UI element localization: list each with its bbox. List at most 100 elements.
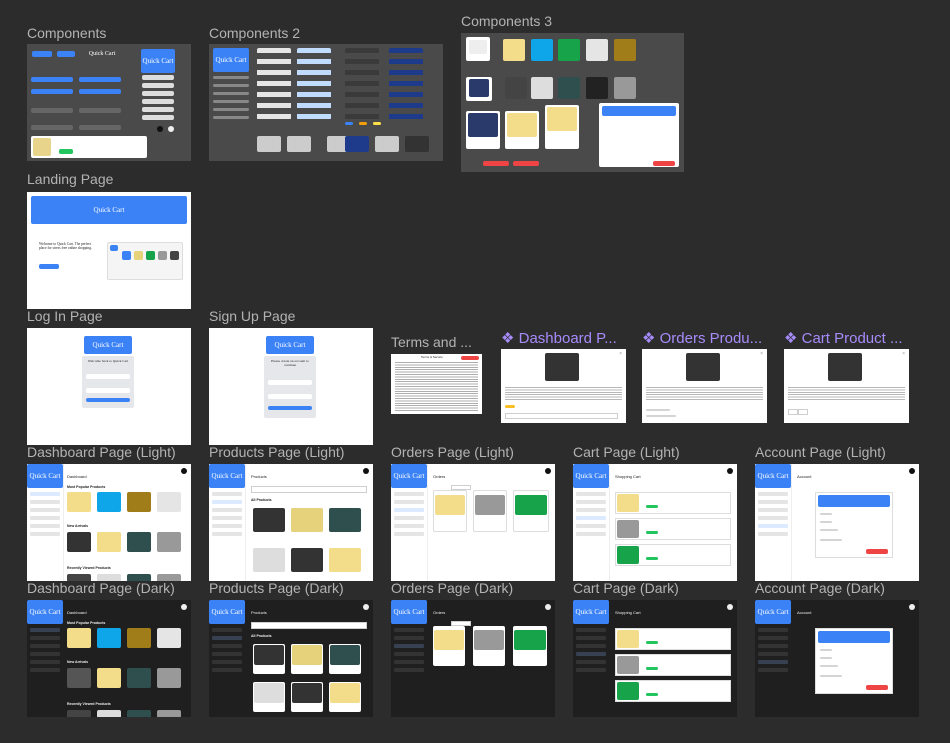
- theme-toggle-icon[interactable]: [181, 468, 187, 474]
- sidebar-item-products[interactable]: [394, 500, 424, 504]
- product-card[interactable]: [291, 682, 323, 712]
- sidebar-item-products[interactable]: [212, 500, 242, 504]
- product-card[interactable]: [67, 492, 91, 512]
- product-card[interactable]: [127, 668, 151, 688]
- sidebar-item-products[interactable]: [30, 500, 60, 504]
- sidebar-item-cart[interactable]: [576, 652, 606, 656]
- product-card[interactable]: [97, 710, 121, 717]
- close-icon[interactable]: ×: [760, 351, 763, 357]
- sidebar-item-products[interactable]: [758, 500, 788, 504]
- frame-label-products-dark[interactable]: Products Page (Dark): [209, 580, 344, 596]
- components-2-frame[interactable]: Quick Cart: [209, 44, 443, 161]
- sidebar-item-cart[interactable]: [576, 516, 606, 520]
- sidebar-item-dashboard[interactable]: [212, 628, 242, 632]
- frame-label-dashboard-dark[interactable]: Dashboard Page (Dark): [27, 580, 175, 596]
- sidebar-item-dashboard[interactable]: [30, 492, 60, 496]
- frame-label-orders-light[interactable]: Orders Page (Light): [391, 444, 514, 460]
- dashboard-dark-frame[interactable]: Quick Cart Dashboard Most Popular Produc…: [27, 600, 191, 717]
- product-card[interactable]: [97, 668, 121, 688]
- sidebar-item-account[interactable]: [394, 524, 424, 528]
- product-card[interactable]: [329, 644, 361, 674]
- sidebar-item-orders[interactable]: [30, 508, 60, 512]
- close-icon[interactable]: ×: [902, 351, 905, 357]
- components-3-frame[interactable]: [461, 33, 684, 172]
- sidebar-item-dashboard[interactable]: [758, 492, 788, 496]
- theme-toggle-icon[interactable]: [909, 604, 915, 610]
- theme-toggle-icon[interactable]: [181, 604, 187, 610]
- sidebar-item-sign-out[interactable]: [212, 668, 242, 672]
- theme-toggle-icon[interactable]: [363, 468, 369, 474]
- components-frame[interactable]: Quick Cart Quick Cart: [27, 44, 191, 161]
- product-card[interactable]: [157, 492, 181, 512]
- frame-label-signup[interactable]: Sign Up Page: [209, 308, 295, 324]
- search-input[interactable]: [251, 486, 367, 493]
- order-card[interactable]: [513, 490, 549, 532]
- account-light-frame[interactable]: Quick Cart Account: [755, 464, 919, 581]
- sidebar-item-products[interactable]: [758, 636, 788, 640]
- product-card[interactable]: [127, 574, 151, 581]
- sidebar-item-orders[interactable]: [758, 508, 788, 512]
- product-card[interactable]: [97, 628, 121, 648]
- sidebar-item-sign-out[interactable]: [30, 532, 60, 536]
- component-label-dashboard-popup[interactable]: ❖ Dashboard P...: [501, 329, 627, 347]
- email-field[interactable]: [268, 380, 312, 385]
- email-field[interactable]: [86, 374, 130, 379]
- sidebar-item-products[interactable]: [30, 636, 60, 640]
- landing-frame[interactable]: Quick Cart Welcome to Quick Cart. The pe…: [27, 192, 191, 309]
- sidebar-item-sign-out[interactable]: [576, 532, 606, 536]
- close-icon[interactable]: ×: [619, 351, 622, 357]
- product-card[interactable]: [291, 508, 323, 532]
- sidebar-item-sign-out[interactable]: [758, 532, 788, 536]
- sidebar-item-account[interactable]: [758, 660, 788, 664]
- component-label-cart-popup[interactable]: ❖ Cart Product ...: [784, 329, 910, 347]
- get-started-button[interactable]: [39, 264, 59, 269]
- order-card[interactable]: [433, 490, 467, 532]
- product-card[interactable]: [253, 644, 285, 674]
- sidebar-item-account[interactable]: [212, 524, 242, 528]
- dashboard-product-popup[interactable]: ×: [501, 349, 626, 423]
- theme-toggle-icon[interactable]: [545, 468, 551, 474]
- sidebar-item-cart[interactable]: [212, 516, 242, 520]
- dashboard-light-frame[interactable]: Quick Cart Dashboard Most Popular Produc…: [27, 464, 191, 581]
- close-button[interactable]: [461, 356, 479, 360]
- cart-item[interactable]: [615, 654, 731, 676]
- theme-toggle-icon[interactable]: [545, 604, 551, 610]
- sidebar-item-account[interactable]: [758, 524, 788, 528]
- order-card[interactable]: [473, 490, 507, 532]
- cart-dark-frame[interactable]: Quick Cart Shopping Cart: [573, 600, 737, 717]
- sidebar-item-cart[interactable]: [30, 516, 60, 520]
- login-button[interactable]: [86, 398, 130, 402]
- sidebar-item-sign-out[interactable]: [576, 668, 606, 672]
- sign-out-button[interactable]: [866, 549, 888, 554]
- product-card[interactable]: [67, 574, 91, 581]
- product-card[interactable]: [97, 574, 121, 581]
- sign-out-button[interactable]: [866, 685, 888, 690]
- cart-item[interactable]: [615, 544, 731, 566]
- sidebar-item-cart[interactable]: [758, 652, 788, 656]
- sidebar-item-orders[interactable]: [576, 644, 606, 648]
- frame-label-login[interactable]: Log In Page: [27, 308, 103, 324]
- quantity-stepper[interactable]: [788, 409, 798, 415]
- sidebar-item-orders[interactable]: [394, 508, 424, 512]
- cart-light-frame[interactable]: Quick Cart Shopping Cart: [573, 464, 737, 581]
- product-card[interactable]: [329, 682, 361, 712]
- frame-label-cart-dark[interactable]: Cart Page (Dark): [573, 580, 679, 596]
- product-card[interactable]: [67, 532, 91, 552]
- product-card[interactable]: [253, 508, 285, 532]
- frame-label-landing[interactable]: Landing Page: [27, 171, 113, 187]
- product-card[interactable]: [67, 710, 91, 717]
- products-light-frame[interactable]: Quick Cart Products All Products: [209, 464, 373, 581]
- product-card[interactable]: [157, 628, 181, 648]
- sidebar-item-orders[interactable]: [212, 644, 242, 648]
- product-card[interactable]: [253, 548, 285, 572]
- quantity-stepper[interactable]: [798, 409, 808, 415]
- product-card[interactable]: [157, 574, 181, 581]
- product-card[interactable]: [291, 644, 323, 674]
- account-dark-frame[interactable]: Quick Cart Account: [755, 600, 919, 717]
- sidebar-item-sign-out[interactable]: [30, 668, 60, 672]
- sidebar-item-account[interactable]: [394, 660, 424, 664]
- theme-toggle-icon[interactable]: [363, 604, 369, 610]
- cart-item[interactable]: [615, 492, 731, 514]
- product-card[interactable]: [157, 710, 181, 717]
- theme-toggle-icon[interactable]: [727, 604, 733, 610]
